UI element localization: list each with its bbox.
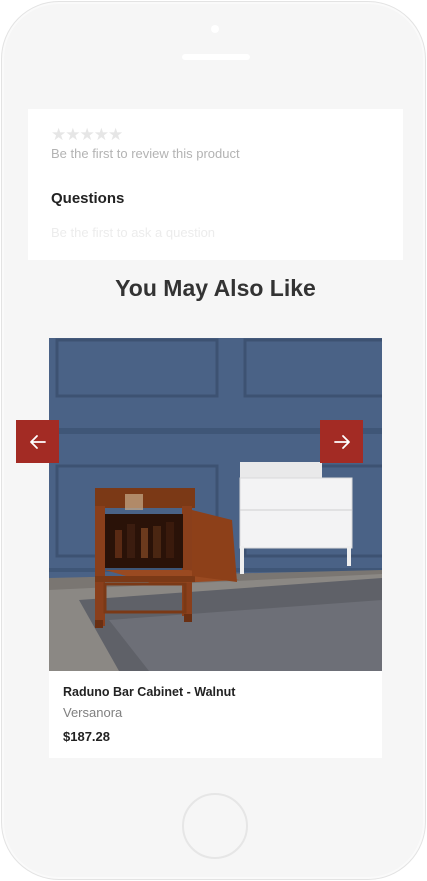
question-empty-text: Be the first to ask a question (51, 225, 216, 240)
carousel-prev-button[interactable] (16, 420, 59, 463)
review-empty-text: Be the first to review this product (51, 146, 240, 161)
product-name[interactable]: Raduno Bar Cabinet - Walnut (63, 685, 235, 699)
speaker-grille (182, 54, 250, 60)
product-image[interactable] (49, 338, 382, 671)
carousel-next-button[interactable] (320, 420, 363, 463)
recommendations-title: You May Also Like (115, 275, 316, 301)
product-price: $187.28 (63, 729, 110, 744)
reviews-section: ★★★★★ Be the first to review this produc… (28, 109, 403, 260)
product-brand: Versanora (63, 705, 123, 720)
home-button[interactable] (182, 793, 248, 859)
camera-icon (211, 25, 219, 33)
product-photo (49, 338, 382, 671)
rating-stars: ★★★★★ (51, 125, 123, 145)
product-card[interactable]: Raduno Bar Cabinet - Walnut Versanora $1… (49, 338, 382, 758)
arrow-left-icon (29, 434, 46, 449)
questions-heading: Questions (51, 190, 125, 207)
phone-frame: ★★★★★ Be the first to review this produc… (1, 1, 426, 880)
arrow-right-icon (333, 434, 350, 449)
